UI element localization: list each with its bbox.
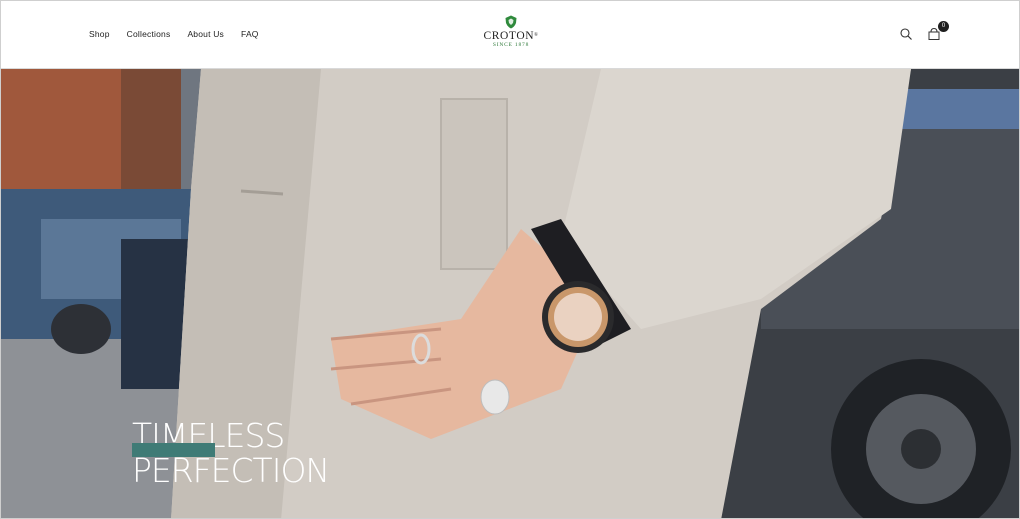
logo-wordmark: CROTON® [483,30,539,42]
brand-logo[interactable]: CROTON® SINCE 1878 [471,15,551,55]
header-actions: 0 [899,21,949,41]
cart-count-badge: 0 [938,21,949,32]
logo-tagline: SINCE 1878 [492,42,530,48]
croton-emblem-icon [505,15,517,29]
nav-faq[interactable]: FAQ [241,29,259,39]
page-frame: Shop Collections About Us FAQ CROTON® SI… [0,0,1020,519]
site-header: Shop Collections About Us FAQ CROTON® SI… [1,1,1019,69]
main-nav: Shop Collections About Us FAQ [89,29,276,39]
hero-title-line-2: PERFECTION [132,451,330,490]
cart-icon[interactable]: 0 [927,21,949,41]
nav-about-us[interactable]: About Us [187,29,224,39]
hero-cta-button[interactable] [132,443,215,457]
search-icon[interactable] [899,27,913,41]
nav-shop[interactable]: Shop [89,29,110,39]
nav-collections[interactable]: Collections [127,29,171,39]
